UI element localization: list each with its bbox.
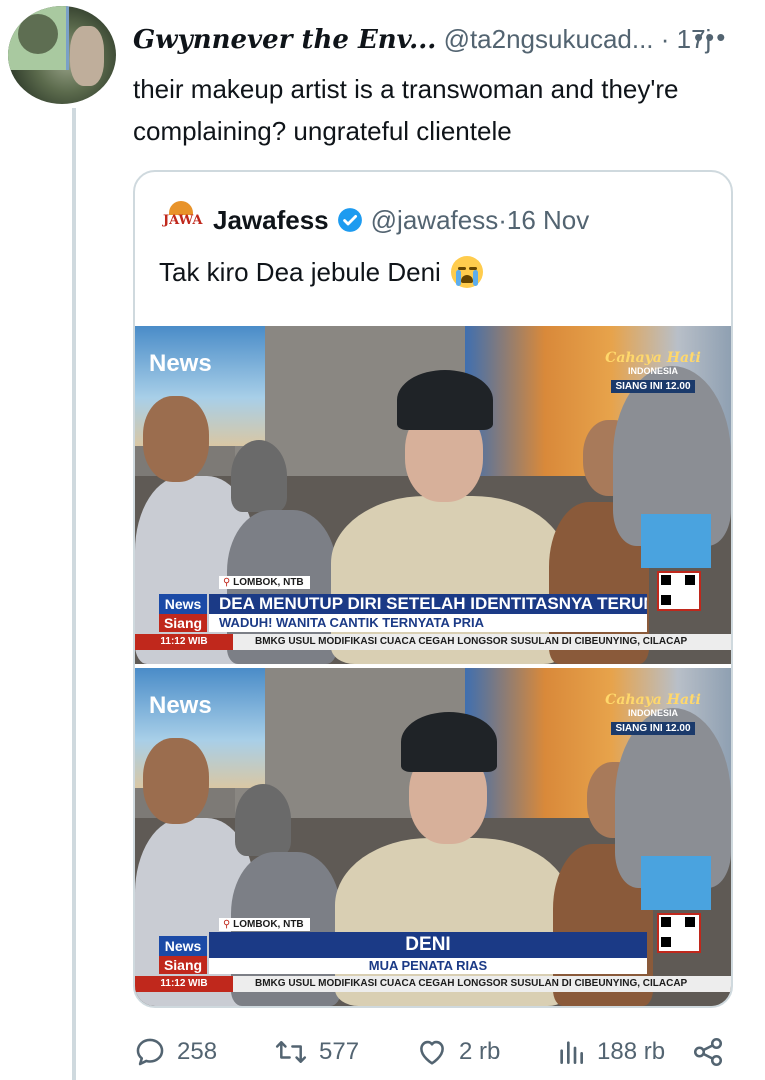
- quote-text: Tak kiro Dea jebule Deni: [159, 256, 441, 287]
- poster-label: News: [149, 350, 212, 377]
- author-name[interactable]: Gwynnever the Env...: [133, 25, 436, 55]
- siang-label: Siang: [159, 614, 207, 632]
- views-count: 188 rb: [597, 1038, 666, 1065]
- repost-icon: [275, 1041, 307, 1063]
- jawafess-logo-icon: JAWA: [163, 201, 203, 239]
- news-label: News: [159, 594, 207, 614]
- quote-separator: ·: [498, 204, 507, 235]
- views-button[interactable]: 188 rb: [555, 1032, 665, 1072]
- views-chart-icon: [560, 1041, 583, 1064]
- more-options-icon[interactable]: •••: [694, 22, 727, 53]
- news-label: News: [159, 936, 207, 956]
- poster-label: News: [149, 692, 212, 719]
- like-count: 2 rb: [459, 1038, 501, 1065]
- quote-date[interactable]: 16 Nov: [507, 205, 589, 236]
- program-logo: Cahaya Hati INDONESIA SIANG INI 12.00: [605, 350, 701, 393]
- news-ticker: BMKG USUL MODIFIKASI CUACA CEGAH LONGSOR…: [233, 976, 731, 992]
- tweet-header: Gwynnever the Env... @ta2ngsukucad... · …: [133, 24, 711, 55]
- header-separator: ·: [653, 24, 677, 54]
- quote-text-row: Tak kiro Dea jebule Deni: [159, 256, 483, 288]
- location-tag: ⚲ LOMBOK, NTB: [219, 918, 310, 931]
- avatar[interactable]: [8, 6, 116, 104]
- news-headline: DEA MENUTUP DIRI SETELAH IDENTITASNYA TE…: [209, 594, 647, 614]
- qr-code-icon: [657, 571, 701, 611]
- share-button[interactable]: [691, 1032, 735, 1072]
- sign-language-interpreter: [641, 856, 711, 910]
- like-button[interactable]: 2 rb: [415, 1032, 500, 1072]
- qr-code-icon: [657, 913, 701, 953]
- repost-button[interactable]: 577: [273, 1032, 359, 1072]
- quote-tweet-card[interactable]: JAWA Jawafess @jawafess · 16 Nov Tak kir…: [133, 170, 733, 1008]
- siang-label: Siang: [159, 956, 207, 974]
- location-tag: ⚲ LOMBOK, NTB: [219, 576, 310, 589]
- reply-button[interactable]: 258: [133, 1032, 217, 1072]
- quote-author-handle[interactable]: @jawafess: [371, 205, 499, 236]
- news-ticker: BMKG USUL MODIFIKASI CUACA CEGAH LONGSOR…: [233, 634, 731, 650]
- heart-icon: [420, 1040, 444, 1065]
- program-logo: Cahaya Hati INDONESIA SIANG INI 12.00: [605, 692, 701, 735]
- repost-count: 577: [319, 1038, 360, 1065]
- quote-author-name[interactable]: Jawafess: [213, 205, 329, 236]
- person-name-caption: DENI: [209, 932, 647, 958]
- author-handle[interactable]: @ta2ngsukucad...: [444, 24, 654, 54]
- quote-header: JAWA Jawafess @jawafess · 16 Nov: [163, 200, 589, 240]
- broadcast-time: 11:12 WIB: [135, 634, 233, 650]
- action-bar: 258 577 2 rb 188 rb: [133, 1032, 733, 1072]
- news-screenshot-2[interactable]: News Cahaya Hati INDONESIA SIANG INI 12.…: [135, 668, 731, 1006]
- tweet-text: their makeup artist is a transwoman and …: [133, 74, 679, 146]
- loudly-crying-face-icon: [450, 256, 483, 288]
- sign-language-interpreter: [641, 514, 711, 568]
- share-icon: [693, 1037, 723, 1067]
- news-screenshot-1[interactable]: News Cahaya Hati INDONESIA SIANG INI 12.…: [135, 326, 731, 664]
- person-role-caption: MUA PENATA RIAS: [209, 958, 647, 974]
- verified-badge-icon: [337, 208, 362, 232]
- reply-count: 258: [177, 1038, 218, 1065]
- broadcast-time: 11:12 WIB: [135, 976, 233, 992]
- thread-line: [72, 108, 76, 1080]
- reply-icon: [136, 1038, 164, 1066]
- news-subheadline: WADUH! WANITA CANTIK TERNYATA PRIA: [209, 614, 647, 632]
- quote-logo-text: JAWA: [163, 213, 203, 228]
